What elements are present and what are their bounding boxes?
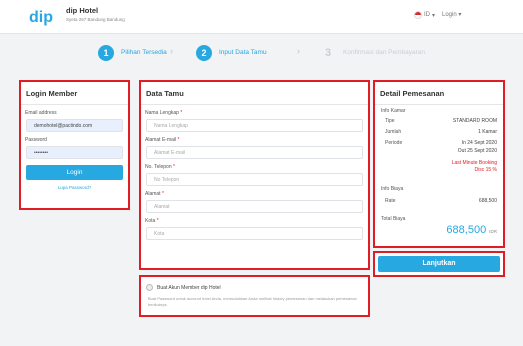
promo-name: Last Minute Booking bbox=[451, 160, 497, 166]
total-label: Total Biaya bbox=[381, 216, 406, 222]
room-info-heading: Info Kamar bbox=[381, 108, 406, 114]
create-member-row[interactable]: Buat Akun Member dip Hotel bbox=[146, 284, 368, 291]
continue-button[interactable]: Lanjutkan bbox=[378, 256, 500, 272]
login-menu[interactable]: Login ▾ bbox=[442, 11, 461, 18]
login-title: Login Member bbox=[21, 82, 128, 105]
promo-discount: Disc 15 % bbox=[474, 167, 497, 173]
guest-title: Data Tamu bbox=[141, 82, 368, 105]
period-label: Periode bbox=[385, 140, 403, 146]
city-label: Kota * bbox=[145, 218, 159, 224]
booking-detail-panel: Detail Pemesanan Info Kamar Tipe STANDAR… bbox=[373, 80, 505, 248]
booking-title: Detail Pemesanan bbox=[375, 82, 503, 105]
count-value: 1 Kamar bbox=[478, 129, 497, 135]
member-checkbox-label: Buat Akun Member dip Hotel bbox=[157, 284, 221, 291]
logo-text: dip bbox=[29, 9, 53, 26]
language-code: ID bbox=[424, 12, 430, 18]
guest-data-panel: Data Tamu Nama Lengkap * Nama Lengkap Al… bbox=[139, 80, 370, 270]
hotel-name: dip Hotel bbox=[66, 6, 99, 15]
member-description: Buat Password untuk account hotel Anda, … bbox=[148, 296, 357, 307]
chevron-right-icon: › bbox=[170, 46, 173, 56]
step-2-label: Input Data Tamu bbox=[219, 49, 267, 56]
rate-value: 688,500 bbox=[478, 198, 497, 204]
currency-label: IDR bbox=[489, 229, 497, 234]
count-label: Jumlah bbox=[385, 129, 402, 135]
step-3-label: Konfirmasi dan Pembayaran bbox=[343, 49, 426, 56]
rate-label: Rate bbox=[385, 198, 396, 204]
cost-info-heading: Info Biaya bbox=[381, 186, 404, 192]
chevron-right-icon: › bbox=[297, 46, 300, 56]
login-button[interactable]: Login bbox=[26, 165, 123, 180]
chevron-down-icon: ▾ bbox=[432, 12, 436, 19]
step-1-label[interactable]: Pilihan Tersedia bbox=[121, 49, 167, 56]
chevron-down-icon: ▾ bbox=[458, 12, 462, 18]
login-menu-label: Login bbox=[442, 12, 457, 18]
email-label: Email address bbox=[25, 110, 57, 116]
step-3-number: 3 bbox=[324, 47, 332, 59]
email-address-label: Alamat E-mail * bbox=[145, 137, 180, 143]
top-bar: dip dip Hotel Syeta 267 Bandung Bandung … bbox=[0, 0, 523, 34]
login-email-input[interactable]: demohotel@pactindo.com bbox=[26, 119, 123, 132]
language-selector[interactable]: ID ▾ bbox=[414, 11, 435, 19]
address-input[interactable]: Alamat bbox=[146, 200, 363, 213]
step-2-number: 2 bbox=[196, 45, 212, 61]
email-address-input[interactable]: Alamat E-mail bbox=[146, 146, 363, 159]
type-value: STANDARD ROOM bbox=[452, 118, 497, 124]
forgot-password-link[interactable]: Lupa Password? bbox=[21, 185, 128, 190]
phone-input[interactable]: No Telepon bbox=[146, 173, 363, 186]
phone-label: No. Telepon * bbox=[145, 164, 175, 170]
login-member-panel: Login Member Email address demohotel@pac… bbox=[19, 80, 130, 210]
name-label: Nama Lengkap * bbox=[145, 110, 183, 116]
hotel-address: Syeta 267 Bandung Bandung bbox=[66, 17, 125, 22]
address-label: Alamat * bbox=[145, 191, 164, 197]
member-checkbox[interactable] bbox=[146, 284, 153, 291]
indonesia-flag-icon bbox=[414, 11, 422, 19]
checkout-date: Out 25 Sept 2020 bbox=[457, 148, 497, 154]
checkin-date: In 24 Sept 2020 bbox=[461, 140, 497, 146]
dip-logo[interactable]: dip bbox=[28, 6, 60, 28]
login-password-input[interactable]: •••••••• bbox=[26, 146, 123, 159]
city-input[interactable]: Kota bbox=[146, 227, 363, 240]
continue-panel: Lanjutkan bbox=[373, 251, 505, 277]
type-label: Tipe bbox=[385, 118, 395, 124]
step-1-number: 1 bbox=[98, 45, 114, 61]
booking-steps: 1 Pilihan Tersedia › 2 Input Data Tamu ›… bbox=[0, 34, 523, 72]
create-member-panel: Buat Akun Member dip Hotel Buat Password… bbox=[139, 275, 370, 317]
total-value: 688,500 IDR bbox=[446, 224, 497, 236]
password-label: Password bbox=[25, 137, 47, 143]
full-name-input[interactable]: Nama Lengkap bbox=[146, 119, 363, 132]
